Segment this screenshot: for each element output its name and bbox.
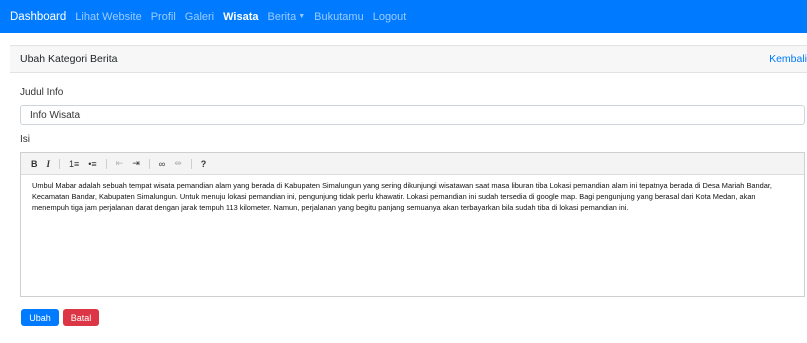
bold-button[interactable]: B — [31, 159, 38, 169]
judul-label: Judul Info — [20, 87, 64, 98]
top-navbar: Dashboard Lihat Website Profil Galeri Wi… — [0, 0, 807, 33]
chevron-down-icon: ▼ — [298, 13, 306, 21]
unordered-list-icon[interactable]: •≡ — [88, 159, 96, 169]
ordered-list-icon[interactable]: 1≡ — [69, 159, 79, 169]
nav-galeri[interactable]: Galeri — [185, 11, 214, 23]
cancel-button[interactable]: Batal — [63, 309, 99, 326]
toolbar-divider — [59, 158, 61, 169]
toolbar-divider — [190, 158, 192, 169]
nav-logout[interactable]: Logout — [373, 11, 407, 23]
back-link[interactable]: Kembali — [769, 53, 807, 65]
nav-bukutamu[interactable]: Bukutamu — [314, 11, 364, 23]
submit-button[interactable]: Ubah — [21, 309, 59, 326]
card-title: Ubah Kategori Berita — [20, 53, 118, 65]
outdent-icon[interactable]: ⇤ — [116, 158, 124, 169]
nav-berita-label: Berita — [267, 10, 297, 23]
nav-wisata[interactable]: Wisata — [223, 11, 258, 23]
judul-input[interactable] — [20, 105, 805, 125]
toolbar-divider — [105, 158, 107, 169]
link-icon[interactable]: ∞ — [159, 159, 165, 169]
editor-toolbar: B I 1≡ •≡ ⇤ ⇥ ∞ ⇹ ? — [21, 153, 804, 175]
isi-label: Isi — [20, 134, 30, 145]
italic-button[interactable]: I — [47, 159, 51, 169]
help-icon[interactable]: ? — [201, 159, 207, 169]
nav-berita-dropdown[interactable]: Berita ▼ — [267, 11, 305, 23]
nav-lihat-website[interactable]: Lihat Website — [75, 11, 141, 23]
indent-icon[interactable]: ⇥ — [132, 158, 140, 169]
editor-content[interactable]: Umbul Mabar adalah sebuah tempat wisata … — [21, 175, 804, 213]
nav-profil[interactable]: Profil — [151, 11, 176, 23]
rich-text-editor[interactable]: B I 1≡ •≡ ⇤ ⇥ ∞ ⇹ ? Umbul Mabar adalah s… — [20, 152, 805, 297]
toolbar-divider — [148, 158, 150, 169]
unlink-icon[interactable]: ⇹ — [174, 158, 182, 169]
nav-dashboard[interactable]: Dashboard — [10, 11, 66, 23]
card-header: Ubah Kategori Berita Kembali — [10, 45, 807, 73]
